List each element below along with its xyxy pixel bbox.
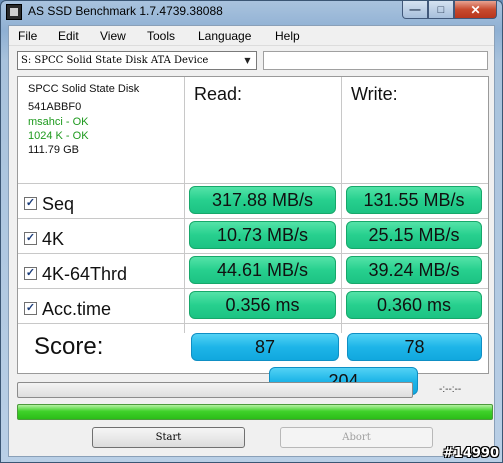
results-panel: SPCC Solid State Disk 541ABBF0 msahci - …: [17, 76, 489, 395]
acc-time-label: Acc.time: [42, 299, 112, 319]
seq-write-value: 131.55 MB/s: [346, 186, 482, 214]
client-area: File Edit View Tools Language Help S: SP…: [8, 25, 495, 457]
acc-time-checkbox[interactable]: ✓: [24, 302, 37, 315]
minimize-button[interactable]: —: [402, 1, 428, 19]
drive-firmware: 541ABBF0: [28, 101, 82, 113]
menu-help[interactable]: Help: [275, 29, 300, 43]
start-button[interactable]: Start: [92, 427, 245, 448]
overall-progress: [17, 404, 493, 420]
4k-64thrd-label: 4K-64Thrd: [42, 264, 128, 284]
abort-button[interactable]: Abort: [280, 427, 433, 448]
close-icon: ✕: [470, 2, 481, 17]
caption-buttons: — □ ✕: [402, 1, 497, 20]
close-button[interactable]: ✕: [454, 1, 497, 19]
divider: [341, 77, 342, 333]
4k-read-value: 10.73 MB/s: [189, 221, 336, 249]
drive-select-value: S: SPCC Solid State Disk ATA Device: [21, 55, 209, 66]
divider: [184, 77, 185, 333]
chevron-down-icon[interactable]: ▼: [240, 53, 255, 68]
4k-64thrd-read-value: 44.61 MB/s: [189, 256, 336, 284]
menu-edit[interactable]: Edit: [58, 29, 79, 43]
menu-file[interactable]: File: [18, 29, 37, 43]
driver-status: msahci - OK: [28, 116, 89, 128]
write-column-header: Write:: [351, 84, 398, 104]
4k-label: 4K: [42, 229, 65, 249]
menu-view[interactable]: View: [100, 29, 126, 43]
read-column-header: Read:: [194, 84, 243, 104]
menu-bar: File Edit View Tools Language Help: [9, 26, 494, 46]
score-label: Score:: [34, 333, 104, 360]
seq-label: Seq: [42, 194, 75, 214]
divider: [18, 183, 488, 184]
divider: [18, 218, 488, 219]
4k-64thrd-write-value: 39.24 MB/s: [346, 256, 482, 284]
drive-select[interactable]: S: SPCC Solid State Disk ATA Device ▼: [17, 51, 257, 70]
seq-checkbox[interactable]: ✓: [24, 197, 37, 210]
seq-read-value: 317.88 MB/s: [189, 186, 336, 214]
4k-checkbox[interactable]: ✓: [24, 232, 37, 245]
acc-time-write-value: 0.360 ms: [346, 291, 482, 319]
divider: [18, 253, 488, 254]
drive-capacity: 111.79 GB: [28, 144, 79, 156]
alignment-status: 1024 K - OK: [28, 130, 89, 142]
window-title: AS SSD Benchmark 1.7.4739.38088: [28, 4, 223, 18]
maximize-button[interactable]: □: [428, 1, 454, 19]
divider: [18, 323, 488, 324]
4k-64thrd-checkbox[interactable]: ✓: [24, 267, 37, 280]
4k-write-value: 25.15 MB/s: [346, 221, 482, 249]
menu-tools[interactable]: Tools: [147, 29, 175, 43]
acc-time-read-value: 0.356 ms: [189, 291, 336, 319]
menu-language[interactable]: Language: [198, 29, 251, 43]
elapsed-time: -:--:--: [439, 384, 462, 395]
app-window: AS SSD Benchmark 1.7.4739.38088 — □ ✕ Fi…: [0, 0, 503, 463]
minimize-icon: —: [409, 3, 421, 16]
read-score: 87: [191, 333, 339, 361]
drive-extra-field[interactable]: [263, 51, 488, 70]
watermark: #14990: [442, 446, 499, 461]
app-icon: [6, 4, 22, 20]
drive-model: SPCC Solid State Disk: [28, 83, 140, 95]
current-test-progress: [17, 382, 413, 398]
maximize-icon: □: [437, 3, 445, 16]
divider: [18, 288, 488, 289]
write-score: 78: [347, 333, 482, 361]
title-bar[interactable]: AS SSD Benchmark 1.7.4739.38088 — □ ✕: [1, 1, 502, 23]
